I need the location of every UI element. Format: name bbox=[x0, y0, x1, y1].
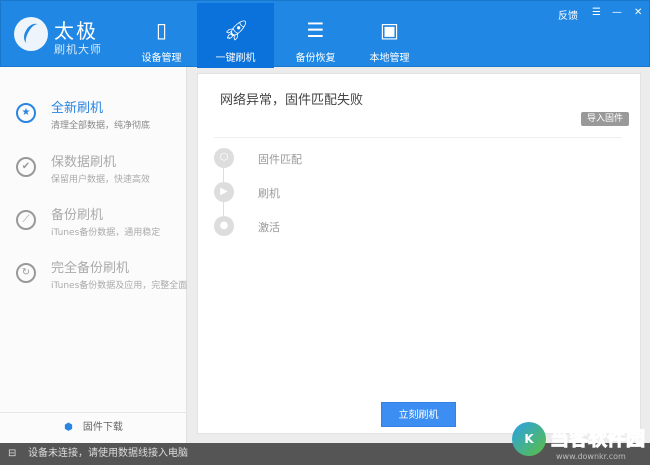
step-connector bbox=[223, 202, 224, 216]
refresh-icon: ↻ bbox=[16, 263, 36, 283]
header: 太极 刷机大师 ▯ 设备管理 🚀︎ 一键刷机 ☰ 备份恢复 ▣ 本地管理 反馈 ☰ — … bbox=[0, 0, 650, 68]
tab-local-management[interactable]: ▣ 本地管理 bbox=[351, 3, 428, 68]
sidebar-item-keep-data-flash[interactable]: ✔ 保数据刷机保留用户数据，快速高效 bbox=[0, 151, 187, 201]
phone-icon: ▯ bbox=[155, 18, 167, 42]
item-title: 全新刷机 bbox=[51, 101, 104, 116]
item-subtitle: 清理全部数据，纯净彻底 bbox=[51, 121, 151, 131]
check-icon: ✔ bbox=[16, 157, 36, 177]
item-title: 保数据刷机 bbox=[51, 155, 117, 170]
brand-title: 太极 bbox=[54, 19, 98, 43]
step-label: 固件匹配 bbox=[258, 153, 302, 166]
sidebar-item-backup-flash[interactable]: ⟋ 备份刷机 iTunes备份数据，通用稳定 bbox=[0, 204, 187, 254]
watermark-url: www.downkr.com bbox=[556, 452, 626, 461]
sidebar-item-new-flash[interactable]: ★ 全新刷机清理全部数据，纯净彻底 bbox=[0, 97, 187, 147]
step-connector bbox=[223, 168, 224, 182]
rocket-icon: 🚀︎ bbox=[223, 18, 249, 42]
firmware-download-label: 固件下载 bbox=[82, 422, 123, 433]
tab-device-management[interactable]: ▯ 设备管理 bbox=[123, 3, 200, 68]
sidebar-item-full-backup-flash[interactable]: ↻ 完全备份刷机 iTunes备份数据及应用，完整全面 bbox=[0, 257, 187, 307]
watermark-logo: K bbox=[512, 422, 546, 456]
tab-label: 本地管理 bbox=[369, 53, 410, 64]
menu-icon[interactable]: ☰ bbox=[592, 7, 601, 18]
minimize-icon[interactable]: — bbox=[612, 7, 622, 18]
tab-one-click-flash[interactable]: 🚀︎ 一键刷机 bbox=[197, 3, 274, 68]
database-icon: ☰ bbox=[306, 18, 325, 42]
item-subtitle: iTunes备份数据，通用稳定 bbox=[51, 228, 161, 238]
cube-icon: ⬢ bbox=[64, 422, 73, 433]
tab-backup-restore[interactable]: ☰ 备份恢复 bbox=[277, 3, 354, 68]
cube-icon: ⬡ bbox=[214, 148, 234, 168]
usb-cable-icon: ⊟ bbox=[8, 448, 17, 459]
tab-label: 设备管理 bbox=[141, 53, 182, 64]
badge-icon: ● bbox=[214, 216, 234, 236]
tab-label: 备份恢复 bbox=[295, 53, 336, 64]
import-firmware-button[interactable]: 导入固件 bbox=[581, 112, 630, 126]
taiji-logo bbox=[14, 17, 48, 51]
item-subtitle: iTunes备份数据及应用，完整全面 bbox=[51, 281, 188, 291]
star-icon: ★ bbox=[16, 103, 36, 123]
divider bbox=[214, 137, 622, 138]
firmware-download-button[interactable]: ⬢ 固件下载 bbox=[0, 412, 187, 443]
tab-label: 一键刷机 bbox=[215, 53, 256, 64]
step-flash: ▶ 刷机 bbox=[214, 182, 514, 204]
play-icon: ▶ bbox=[214, 182, 234, 202]
step-label: 刷机 bbox=[258, 187, 280, 200]
step-label: 激活 bbox=[258, 221, 280, 234]
item-title: 完全备份刷机 bbox=[51, 261, 130, 276]
bag-icon: ▣ bbox=[380, 18, 399, 42]
flash-now-button[interactable]: 立刻刷机 bbox=[381, 402, 456, 427]
brand-subtitle: 刷机大师 bbox=[54, 43, 102, 56]
item-title: 备份刷机 bbox=[51, 208, 104, 223]
close-icon[interactable]: ✕ bbox=[634, 7, 642, 18]
step-firmware-match: ⬡ 固件匹配 bbox=[214, 148, 514, 170]
step-activate: ● 激活 bbox=[214, 216, 514, 238]
sidebar: ★ 全新刷机清理全部数据，纯净彻底 ✔ 保数据刷机保留用户数据，快速高效 ⟋ 备份刷机… bbox=[0, 67, 187, 443]
watermark: K 当客软件园 www.downkr.com bbox=[512, 420, 650, 465]
compass-icon: ⟋ bbox=[16, 210, 36, 230]
item-subtitle: 保留用户数据，快速高效 bbox=[51, 175, 151, 185]
main-panel: 网络异常，固件匹配失败 导入固件 ⬡ 固件匹配 ▶ 刷机 ● 激活 立刻刷机 bbox=[197, 73, 641, 434]
watermark-name: 当客软件园 bbox=[549, 428, 646, 451]
status-title: 网络异常，固件匹配失败 bbox=[220, 93, 364, 108]
feedback-link[interactable]: 反馈 bbox=[558, 7, 578, 22]
connection-status: 设备未连接，请使用数据线接入电脑 bbox=[28, 448, 188, 459]
